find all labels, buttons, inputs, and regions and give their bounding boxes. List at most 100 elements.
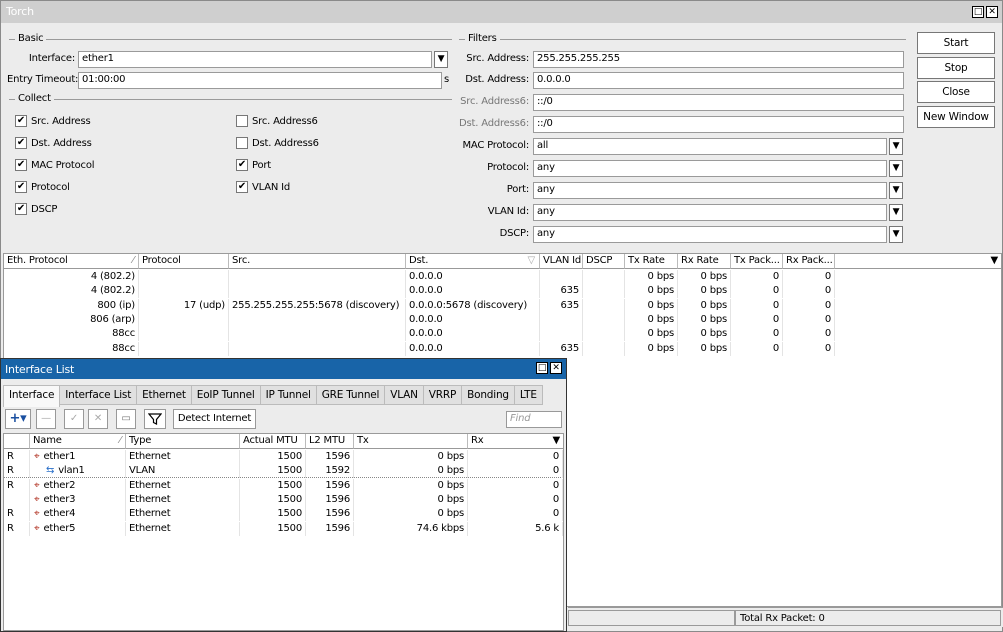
protocol-dropdown-icon[interactable]: ▼ (889, 160, 903, 177)
tab-ethernet[interactable]: Ethernet (137, 385, 192, 405)
src-address-input[interactable]: 255.255.255.255 (533, 51, 904, 68)
col-tx[interactable]: Tx (354, 434, 468, 449)
flag-cell (4, 492, 30, 507)
close-icon[interactable]: ✕ (986, 6, 998, 18)
dscp-dropdown-icon[interactable]: ▼ (889, 226, 903, 243)
type-cell: Ethernet (126, 507, 240, 522)
table-cell: 0 bps (625, 270, 678, 284)
total-rx-packet-status: Total Rx Packet: 0 (735, 610, 1001, 626)
col-type[interactable]: Type (126, 434, 240, 449)
new-window-button[interactable]: New Window (917, 106, 995, 128)
vlan-id-dropdown-icon[interactable]: ▼ (889, 204, 903, 221)
l2mtu-cell: 1596 (306, 521, 354, 536)
window-title: Torch (6, 5, 34, 18)
col-src[interactable]: Src. (229, 254, 406, 269)
entry-timeout-input[interactable]: 01:00:00 (78, 72, 442, 89)
rx-cell: 0 (468, 507, 563, 522)
col-rx[interactable]: Rx ▼ (468, 434, 563, 449)
maximize-icon[interactable]: □ (972, 6, 984, 18)
mtu-cell: 1500 (240, 521, 306, 536)
tab-interface-list[interactable]: Interface List (60, 385, 138, 405)
tab-bonding[interactable]: Bonding (462, 385, 515, 405)
port-dropdown-icon[interactable]: ▼ (889, 182, 903, 199)
find-input[interactable]: Find (506, 411, 562, 428)
ethernet-icon: ⌖ (34, 479, 40, 491)
col-flags[interactable] (4, 434, 30, 449)
col-dst[interactable]: Dst. ▽ (406, 254, 540, 269)
comment-icon[interactable]: ▭ (116, 409, 136, 429)
tab-ip-tunnel[interactable]: IP Tunnel (260, 385, 317, 405)
close-icon[interactable]: ✕ (550, 362, 562, 374)
collect-dst-address6-checkbox[interactable]: Dst. Address6 (236, 137, 319, 149)
mac-protocol-select[interactable]: all (533, 138, 887, 155)
table-cell: 0 (731, 270, 783, 284)
col-l2-mtu[interactable]: L2 MTU (306, 434, 354, 449)
vlan-id-select[interactable]: any (533, 204, 887, 221)
list-item[interactable]: R ⌖ ether2 Ethernet 1500 1596 0 bps 0 (4, 478, 563, 493)
filter-icon[interactable] (144, 409, 166, 429)
col-tx-packets[interactable]: Tx Pack... (731, 254, 783, 269)
checkbox-icon: ✔ (15, 203, 27, 215)
table-row[interactable]: 4 (802.2) 0.0.0.0 0 bps 0 bps 0 0 (4, 270, 1001, 284)
remove-icon[interactable]: — (36, 409, 56, 429)
collect-dscp-checkbox[interactable]: ✔ DSCP (15, 203, 57, 215)
collect-dst-address-checkbox[interactable]: ✔ Dst. Address (15, 137, 92, 149)
protocol-select[interactable]: any (533, 160, 887, 177)
tab-interface[interactable]: Interface (3, 385, 61, 407)
table-row[interactable]: 800 (ip) 17 (udp) 255.255.255.255:5678 (di… (4, 298, 1001, 313)
detect-internet-button[interactable]: Detect Internet (173, 409, 256, 429)
enable-icon[interactable]: ✓ (64, 409, 84, 429)
tab-lte[interactable]: LTE (514, 385, 543, 405)
column-menu-icon[interactable]: ▼ (553, 435, 561, 446)
column-menu-icon[interactable]: ▼ (991, 255, 999, 266)
col-vlan-id[interactable]: VLAN Id (540, 254, 583, 269)
list-item[interactable]: R ⇆ vlan1 VLAN 1500 1592 0 bps 0 (4, 464, 563, 479)
col-actual-mtu[interactable]: Actual MTU (240, 434, 306, 449)
collect-port-checkbox[interactable]: ✔ Port (236, 159, 271, 171)
col-rx-rate[interactable]: Rx Rate (678, 254, 731, 269)
col-filler: ▼ (835, 254, 1001, 269)
collect-mac-protocol-checkbox[interactable]: ✔ MAC Protocol (15, 159, 95, 171)
tab-vlan[interactable]: VLAN (385, 385, 424, 405)
col-name[interactable]: Name ⁄ (30, 434, 126, 449)
list-item[interactable]: R ⌖ ether4 Ethernet 1500 1596 0 bps 0 (4, 507, 563, 522)
dst-address6-input[interactable]: ::/0 (533, 116, 904, 133)
collect-src-address-checkbox[interactable]: ✔ Src. Address (15, 115, 91, 127)
table-cell (540, 270, 583, 284)
col-tx-rate[interactable]: Tx Rate (625, 254, 678, 269)
port-select[interactable]: any (533, 182, 887, 199)
mac-protocol-dropdown-icon[interactable]: ▼ (889, 138, 903, 155)
table-row[interactable]: 88cc 0.0.0.0 635 0 bps 0 bps 0 0 (4, 341, 1001, 356)
src-address6-input[interactable]: ::/0 (533, 94, 904, 111)
list-item[interactable]: ⌖ ether3 Ethernet 1500 1596 0 bps 0 (4, 492, 563, 507)
dst-address-input[interactable]: 0.0.0.0 (533, 72, 904, 89)
stop-button[interactable]: Stop (917, 57, 995, 79)
interface-select[interactable]: ether1 (78, 51, 432, 68)
list-item[interactable]: R ⌖ ether5 Ethernet 1500 1596 74.6 kbps 5.6 k (4, 521, 563, 536)
tab-vrrp[interactable]: VRRP (423, 385, 463, 405)
tab-eoip-tunnel[interactable]: EoIP Tunnel (191, 385, 261, 405)
collect-protocol-checkbox[interactable]: ✔ Protocol (15, 181, 70, 193)
torch-titlebar[interactable]: Torch □ ✕ (1, 1, 1002, 23)
interface-list-titlebar[interactable]: Interface List □ ✕ (1, 359, 566, 379)
start-button[interactable]: Start (917, 32, 995, 54)
add-icon[interactable]: +▾ (5, 409, 31, 429)
table-row[interactable]: 88cc 0.0.0.0 0 bps 0 bps 0 0 (4, 327, 1001, 342)
disable-icon[interactable]: ✕ (88, 409, 108, 429)
col-dscp[interactable]: DSCP (583, 254, 625, 269)
list-item[interactable]: R ⌖ ether1 Ethernet 1500 1596 0 bps 0 (4, 450, 563, 464)
tab-gre-tunnel[interactable]: GRE Tunnel (316, 385, 386, 405)
collect-src-address6-checkbox[interactable]: Src. Address6 (236, 115, 318, 127)
col-rx-packets[interactable]: Rx Pack... (783, 254, 835, 269)
dst-address-label: Dst. Address: (465, 74, 529, 85)
col-eth-protocol[interactable]: Eth. Protocol ⁄ (4, 254, 139, 269)
dscp-select[interactable]: any (533, 226, 887, 243)
close-button[interactable]: Close (917, 81, 995, 103)
maximize-icon[interactable]: □ (536, 362, 548, 374)
collect-vlan-id-checkbox[interactable]: ✔ VLAN Id (236, 181, 290, 193)
col-protocol[interactable]: Protocol (139, 254, 229, 269)
table-row[interactable]: 4 (802.2) 0.0.0.0 635 0 bps 0 bps 0 0 (4, 284, 1001, 299)
table-row[interactable]: 806 (arp) 0.0.0.0 0 bps 0 bps 0 0 (4, 312, 1001, 327)
name-cell: ⌖ ether5 (30, 521, 126, 536)
name-cell: ⌖ ether2 (30, 478, 126, 493)
